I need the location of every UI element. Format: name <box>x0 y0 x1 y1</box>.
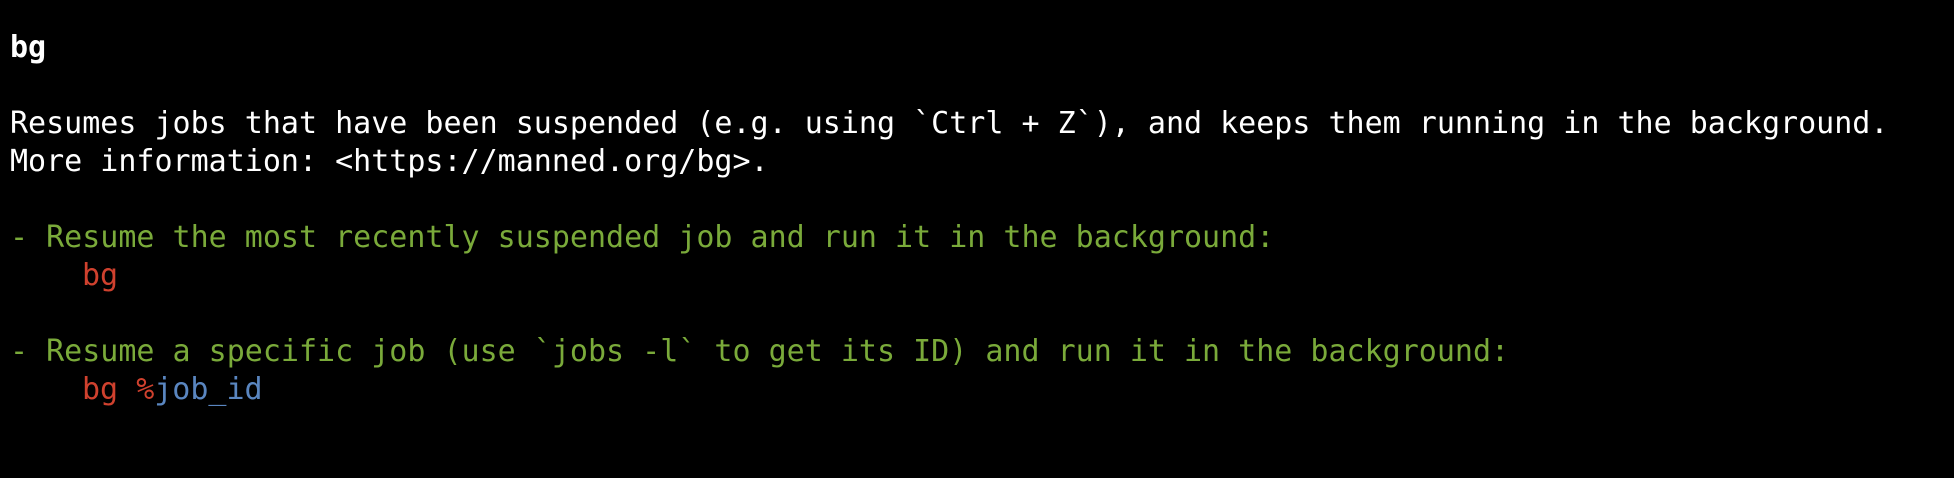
example-command: bg <box>82 257 118 295</box>
command-name: bg <box>82 372 119 407</box>
terminal-output: bg Resumes jobs that have been suspended… <box>10 0 1954 478</box>
command-separator <box>118 372 136 407</box>
example-description: - Resume the most recently suspended job… <box>10 220 1275 255</box>
example-description: - Resume a specific job (use `jobs -l` t… <box>10 334 1510 369</box>
command-parameter: job_id <box>154 372 263 407</box>
description-line: Resumes jobs that have been suspended (e… <box>10 106 1889 141</box>
command-name: bg <box>82 258 119 293</box>
more-information-line: More information: <https://manned.org/bg… <box>10 144 769 179</box>
example-command: bg %job_id <box>82 371 263 409</box>
page-title: bg <box>10 30 47 65</box>
parameter-prefix: % <box>136 372 155 407</box>
